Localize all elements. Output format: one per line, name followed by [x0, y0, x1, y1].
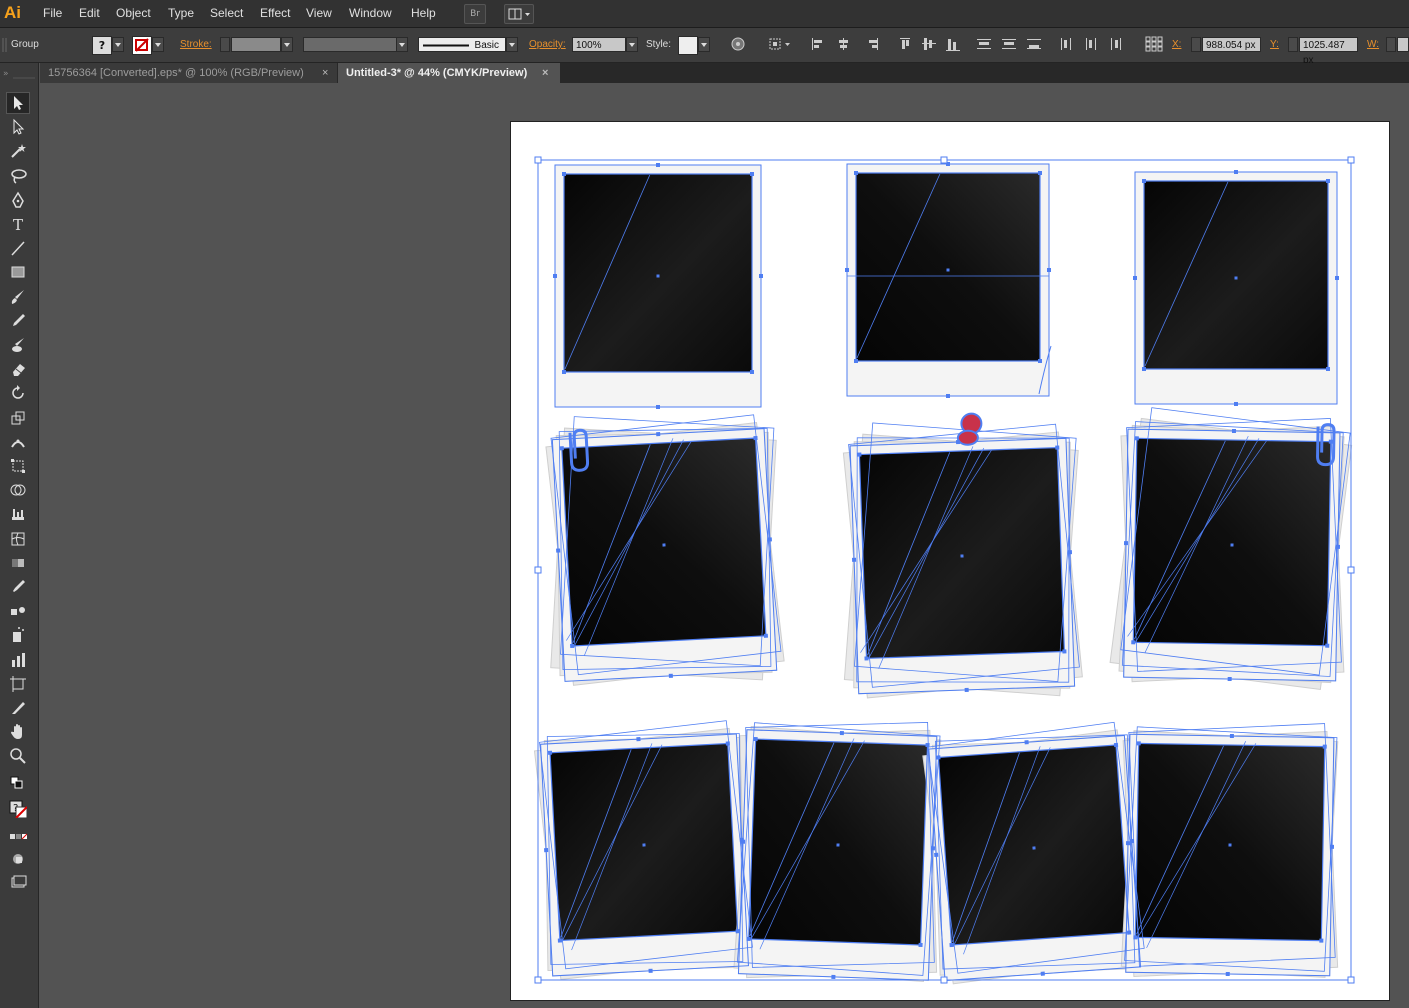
polaroid-frame[interactable] — [533, 727, 757, 980]
photo-placeholder — [564, 174, 752, 372]
bounding-box-handle[interactable] — [1347, 566, 1355, 574]
bounding-box-handle[interactable] — [534, 566, 542, 574]
polaroid-front-frame — [554, 164, 762, 408]
photo-placeholder — [561, 438, 766, 646]
polaroid-frame[interactable] — [922, 729, 1149, 985]
photo-placeholder — [1135, 743, 1325, 941]
bounding-box-handle[interactable] — [940, 156, 948, 164]
photo-placeholder — [550, 743, 738, 941]
photo-placeholder — [938, 745, 1130, 945]
bounding-box-handle[interactable] — [1347, 976, 1355, 984]
polaroid-frame[interactable] — [1109, 417, 1353, 690]
bounding-box-handle[interactable] — [1347, 156, 1355, 164]
bounding-box-handle[interactable] — [534, 976, 542, 984]
polaroid-frame[interactable] — [554, 164, 762, 408]
photo-placeholder — [1144, 181, 1328, 369]
bounding-box-handle[interactable] — [940, 976, 948, 984]
photo-placeholder — [856, 173, 1040, 361]
photo-placeholder — [859, 447, 1065, 659]
polaroid-front-frame — [737, 729, 938, 981]
polaroid-frame[interactable] — [733, 725, 942, 982]
bounding-box-handle[interactable] — [534, 156, 542, 164]
artwork-layer — [533, 156, 1355, 985]
